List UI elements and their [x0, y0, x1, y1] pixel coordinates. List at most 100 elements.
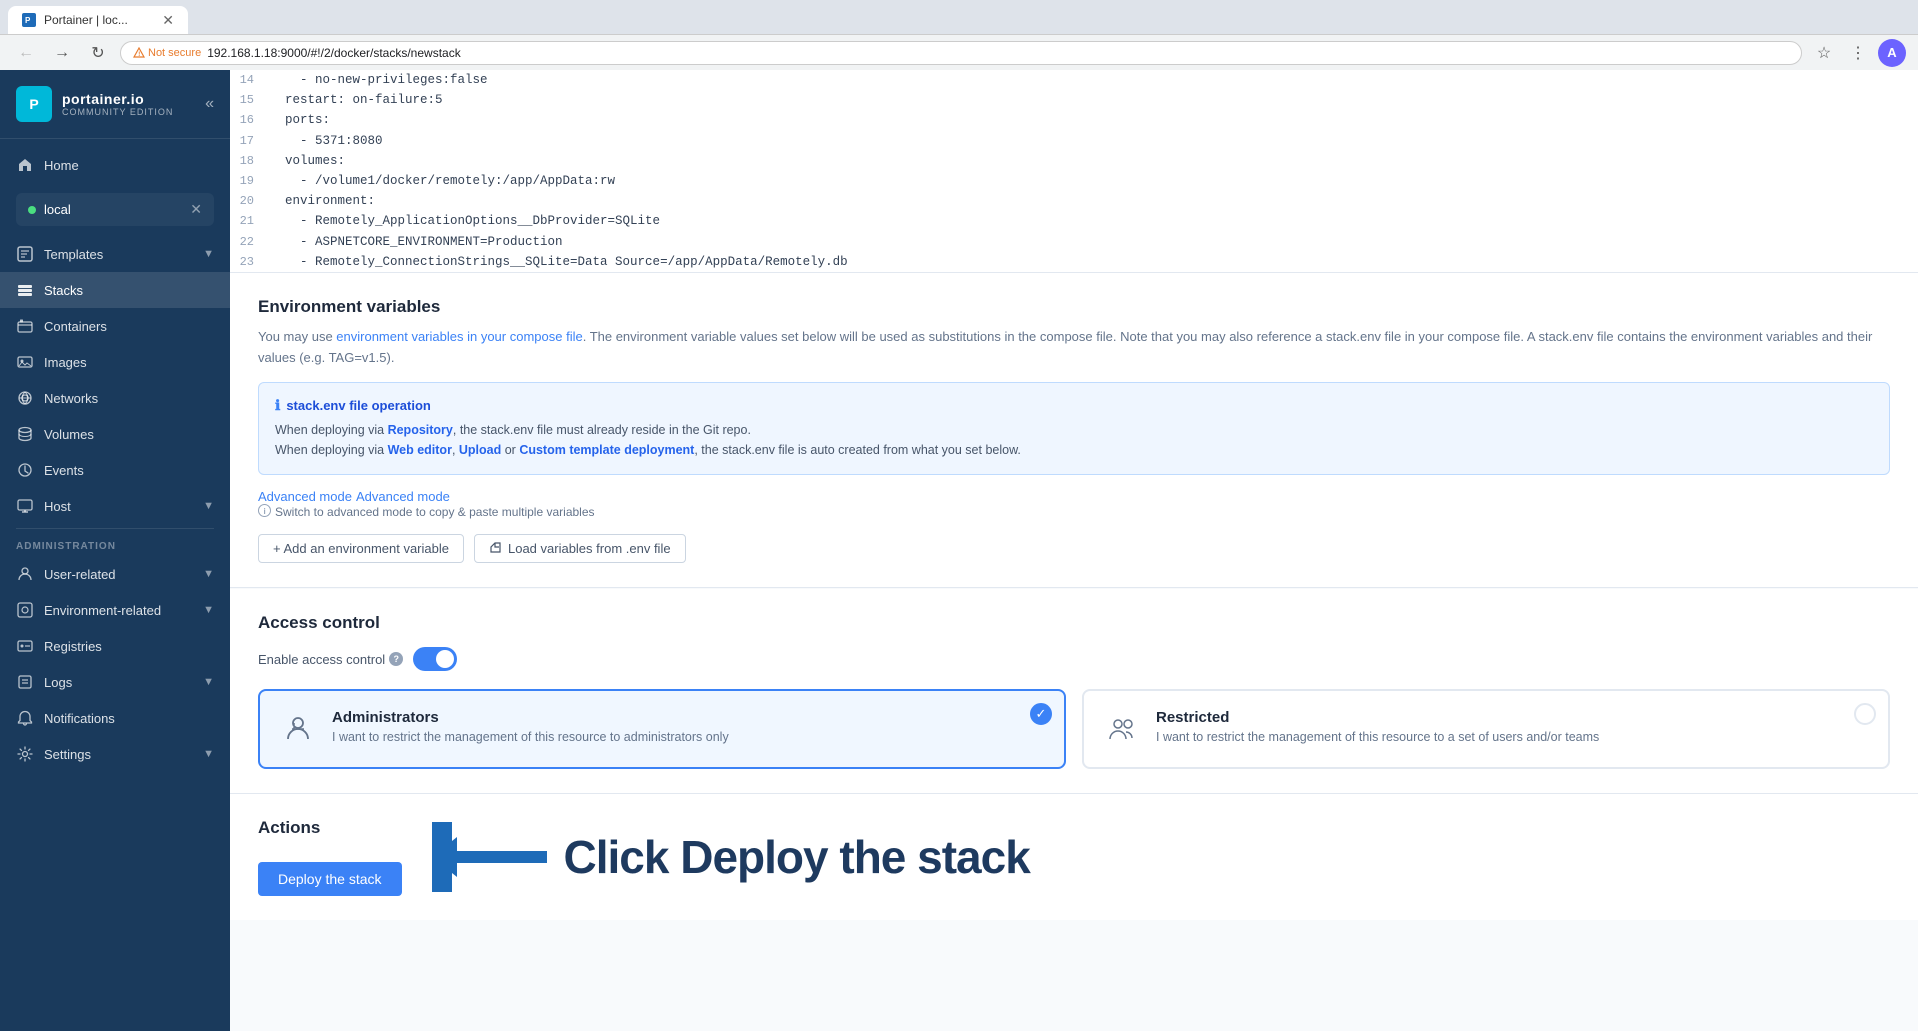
- active-tab[interactable]: P Portainer | loc... ✕: [8, 6, 188, 34]
- arrow-annotation: Click Deploy the stack: [432, 822, 1030, 892]
- env-related-label: Environment-related: [44, 603, 193, 618]
- address-bar[interactable]: ! Not secure 192.168.1.18:9000/#!/2/dock…: [120, 41, 1802, 65]
- sidebar-item-volumes[interactable]: Volumes: [0, 416, 230, 452]
- main-content: 14 - no-new-privileges:false15 restart: …: [230, 70, 1918, 1031]
- env-related-icon: [16, 601, 34, 619]
- sidebar-item-notifications[interactable]: Notifications: [0, 700, 230, 736]
- sidebar-item-registries[interactable]: Registries: [0, 628, 230, 664]
- endpoint-close-button[interactable]: ✕: [190, 201, 202, 218]
- endpoint-status-dot: [28, 206, 36, 214]
- sidebar-item-env-related[interactable]: Environment-related ▼: [0, 592, 230, 628]
- endpoint-name: local: [44, 202, 71, 217]
- svg-text:i: i: [264, 507, 266, 516]
- tab-title: Portainer | loc...: [44, 13, 128, 27]
- add-env-variable-button[interactable]: + Add an environment variable: [258, 534, 464, 563]
- administrators-card-title: Administrators: [332, 709, 1046, 726]
- home-label: Home: [44, 158, 214, 173]
- sidebar-endpoint-local[interactable]: local ✕: [16, 193, 214, 226]
- administrators-card-content: Administrators I want to restrict the ma…: [332, 709, 1046, 744]
- browser-tabs: P Portainer | loc... ✕: [0, 0, 1918, 34]
- user-related-label: User-related: [44, 567, 193, 582]
- enable-access-row: Enable access control ?: [258, 647, 1890, 671]
- back-button[interactable]: ←: [12, 39, 40, 67]
- browser-chrome: P Portainer | loc... ✕ ← → ↻ ! Not secur…: [0, 0, 1918, 70]
- sidebar-item-templates[interactable]: Templates ▼: [0, 236, 230, 272]
- administrators-card[interactable]: Administrators I want to restrict the ma…: [258, 689, 1066, 769]
- line-number: 23: [230, 252, 270, 272]
- logs-label: Logs: [44, 675, 193, 690]
- notifications-label: Notifications: [44, 711, 214, 726]
- restricted-card-title: Restricted: [1156, 709, 1870, 726]
- svg-text:!: !: [138, 52, 140, 58]
- info-line2: When deploying via Web editor, Upload or…: [275, 440, 1873, 460]
- sidebar-item-stacks[interactable]: Stacks: [0, 272, 230, 308]
- restricted-card-content: Restricted I want to restrict the manage…: [1156, 709, 1870, 744]
- line-content: - ASPNETCORE_ENVIRONMENT=Production: [270, 232, 1918, 252]
- sidebar-item-home[interactable]: Home: [0, 147, 230, 183]
- menu-button[interactable]: ⋮: [1844, 39, 1872, 67]
- code-line: 21 - Remotely_ApplicationOptions__DbProv…: [230, 211, 1918, 231]
- sidebar-logo-text: portainer.io COMMUNITY EDITION: [62, 91, 173, 117]
- sidebar-logo: P portainer.io COMMUNITY EDITION: [16, 86, 173, 122]
- events-icon: [16, 461, 34, 479]
- sidebar-item-networks[interactable]: Networks: [0, 380, 230, 416]
- containers-label: Containers: [44, 319, 214, 334]
- sidebar-divider: [16, 528, 214, 529]
- code-editor-area: 14 - no-new-privileges:false15 restart: …: [230, 70, 1918, 273]
- reload-button[interactable]: ↻: [84, 39, 112, 67]
- svg-text:P: P: [25, 16, 31, 25]
- portainer-logo-icon: P: [16, 86, 52, 122]
- custom-template-link[interactable]: Custom template deployment: [519, 443, 694, 457]
- upload-link[interactable]: Upload: [459, 443, 501, 457]
- line-number: 22: [230, 232, 270, 252]
- web-editor-link[interactable]: Web editor: [388, 443, 452, 457]
- templates-arrow-icon: ▼: [203, 248, 214, 260]
- line-content: - /volume1/docker/remotely:/app/AppData:…: [270, 171, 1918, 191]
- profile-avatar[interactable]: A: [1878, 39, 1906, 67]
- access-control-toggle[interactable]: [413, 647, 457, 671]
- code-line: 19 - /volume1/docker/remotely:/app/AppDa…: [230, 171, 1918, 191]
- forward-button[interactable]: →: [48, 39, 76, 67]
- events-label: Events: [44, 463, 214, 478]
- access-control-cards: Administrators I want to restrict the ma…: [258, 689, 1890, 769]
- admin-group-label: Administration: [0, 533, 230, 556]
- settings-label: Settings: [44, 747, 193, 762]
- browser-nav: ← → ↻ ! Not secure 192.168.1.18:9000/#!/…: [0, 34, 1918, 70]
- env-desc-prefix: You may use: [258, 329, 336, 344]
- networks-label: Networks: [44, 391, 214, 406]
- repository-link[interactable]: Repository: [388, 423, 453, 437]
- logs-arrow-icon: ▼: [203, 676, 214, 688]
- advanced-mode-link[interactable]: Advanced modeAdvanced mode: [258, 489, 450, 504]
- code-line: 20 environment:: [230, 191, 1918, 211]
- url-text: 192.168.1.18:9000/#!/2/docker/stacks/new…: [207, 46, 461, 60]
- restricted-card[interactable]: Restricted I want to restrict the manage…: [1082, 689, 1890, 769]
- deploy-stack-button[interactable]: Deploy the stack: [258, 862, 402, 896]
- sidebar-collapse-button[interactable]: «: [205, 95, 214, 113]
- env-action-buttons: + Add an environment variable Load varia…: [258, 534, 1890, 563]
- volumes-icon: [16, 425, 34, 443]
- line-number: 17: [230, 131, 270, 151]
- arrow-svg: [432, 822, 552, 892]
- access-control-title: Access control: [258, 613, 1890, 633]
- enable-access-label: Enable access control ?: [258, 652, 403, 667]
- templates-label: Templates: [44, 247, 193, 262]
- home-icon: [16, 156, 34, 174]
- sidebar-item-host[interactable]: Host ▼: [0, 488, 230, 524]
- load-env-file-button[interactable]: Load variables from .env file: [474, 534, 686, 563]
- bookmark-button[interactable]: ☆: [1810, 39, 1838, 67]
- tab-close-button[interactable]: ✕: [162, 12, 174, 29]
- code-line: 14 - no-new-privileges:false: [230, 70, 1918, 90]
- env-variables-section: Environment variables You may use enviro…: [230, 273, 1918, 589]
- line-content: environment:: [270, 191, 1918, 211]
- sidebar-item-logs[interactable]: Logs ▼: [0, 664, 230, 700]
- sidebar-item-user-related[interactable]: User-related ▼: [0, 556, 230, 592]
- stacks-icon: [16, 281, 34, 299]
- sidebar-item-settings[interactable]: Settings ▼: [0, 736, 230, 772]
- env-desc-link[interactable]: environment variables in your compose fi…: [336, 329, 582, 344]
- sidebar-item-containers[interactable]: Containers: [0, 308, 230, 344]
- sidebar-item-events[interactable]: Events: [0, 452, 230, 488]
- line-content: - Remotely_ConnectionStrings__SQLite=Dat…: [270, 252, 1918, 272]
- toggle-slider: [413, 647, 457, 671]
- sidebar-item-images[interactable]: Images: [0, 344, 230, 380]
- stackenv-info-box: ℹ stack.env file operation When deployin…: [258, 382, 1890, 475]
